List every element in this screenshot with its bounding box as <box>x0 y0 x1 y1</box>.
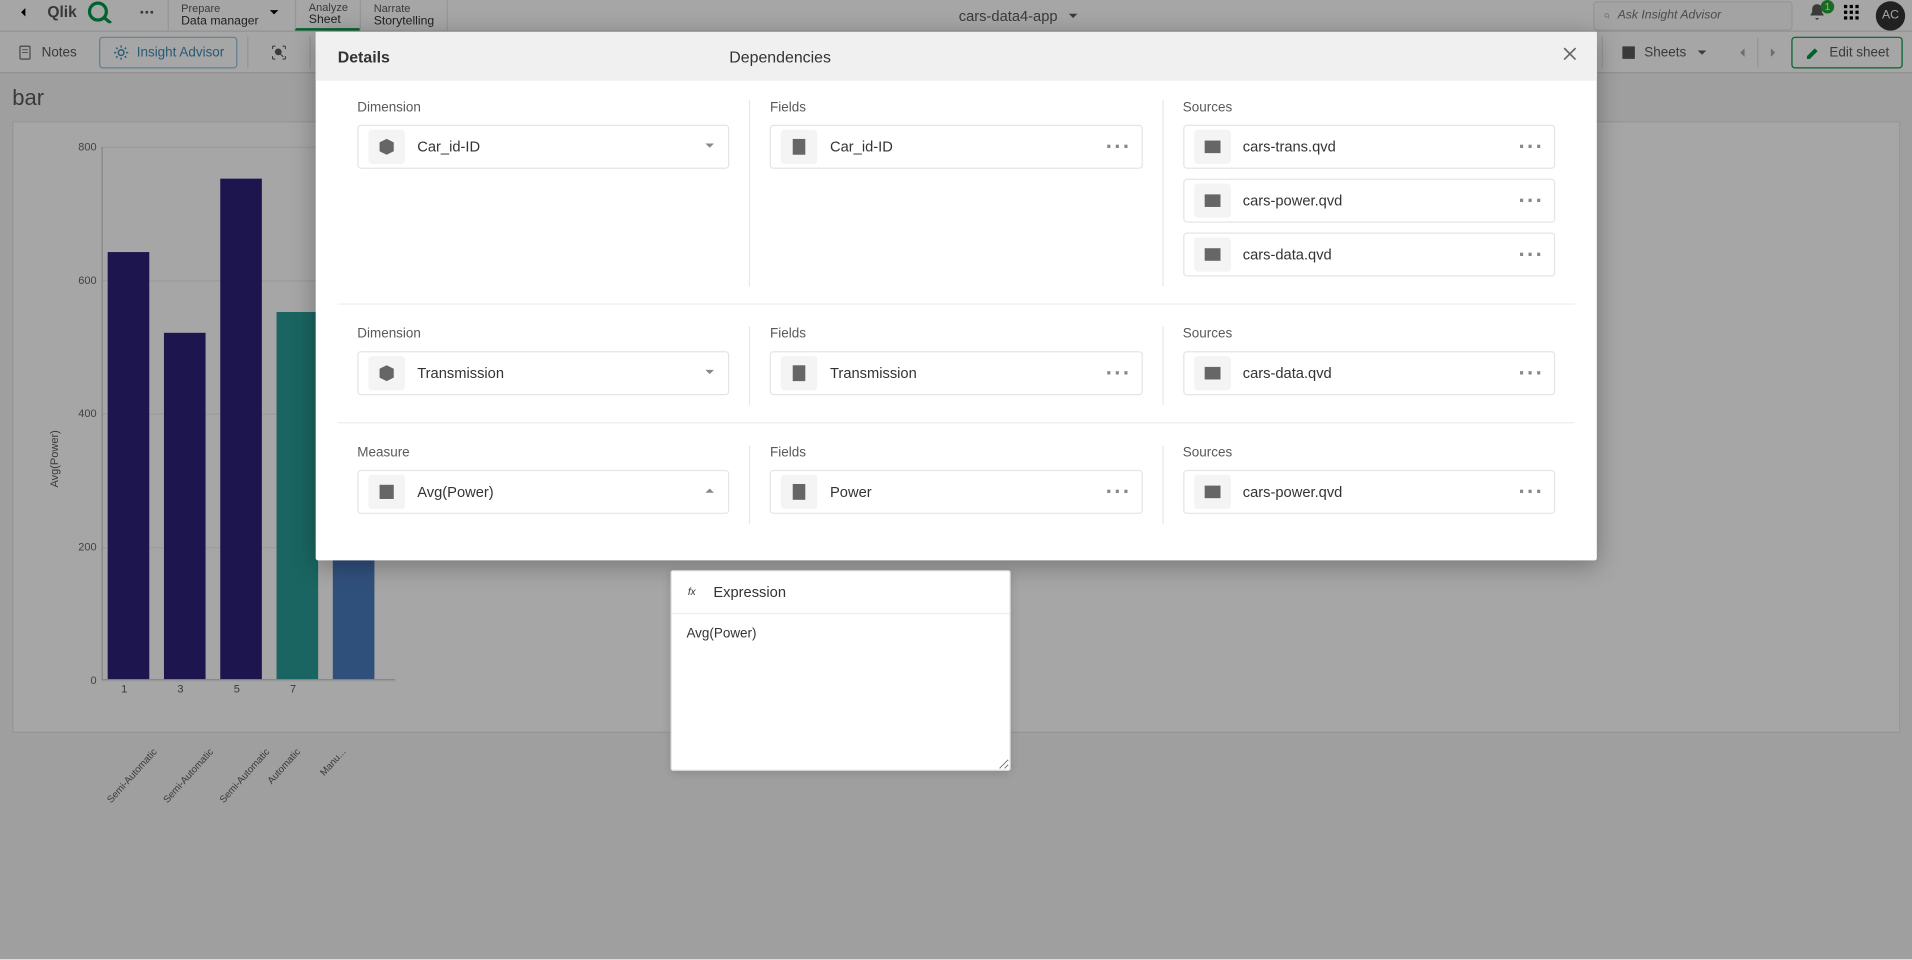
dimension-item[interactable]: Car_id-ID <box>357 125 729 169</box>
item-more-button[interactable]: ··· <box>1518 360 1544 386</box>
item-more-button[interactable]: ··· <box>1518 479 1544 505</box>
fx-icon: fx <box>686 584 703 601</box>
field-item[interactable]: Transmission··· <box>770 351 1142 395</box>
item-more-button[interactable]: ··· <box>1106 360 1132 386</box>
item-label: cars-power.qvd <box>1243 192 1519 209</box>
field-icon <box>781 356 818 390</box>
expand-toggle[interactable] <box>702 360 719 386</box>
source-item[interactable]: cars-trans.qvd··· <box>1183 125 1555 169</box>
cube-icon <box>368 130 405 164</box>
source-item[interactable]: cars-power.qvd··· <box>1183 470 1555 514</box>
field-icon <box>781 475 818 509</box>
item-more-button[interactable]: ··· <box>1518 188 1544 214</box>
close-icon <box>1560 44 1580 64</box>
field-item[interactable]: Power··· <box>770 470 1142 514</box>
field-icon <box>781 130 818 164</box>
item-more-button[interactable]: ··· <box>1518 134 1544 160</box>
column-header-dimension: Dimension <box>357 100 729 115</box>
column-header-fields: Fields <box>770 100 1142 115</box>
item-label: Avg(Power) <box>417 483 701 500</box>
item-label: cars-trans.qvd <box>1243 138 1519 155</box>
column-header-sources: Sources <box>1183 100 1555 115</box>
column-header-dimension: Dimension <box>357 327 729 342</box>
column-header-sources: Sources <box>1183 327 1555 342</box>
item-more-button[interactable]: ··· <box>1518 242 1544 268</box>
table-icon <box>1194 475 1231 509</box>
dialog-close-button[interactable] <box>1560 44 1580 70</box>
details-dialog: Details Dependencies Dimension Car_id-ID F… <box>316 32 1597 561</box>
measure-icon <box>368 475 405 509</box>
item-label: Power <box>830 483 1106 500</box>
item-label: Car_id-ID <box>417 138 701 155</box>
dimension-item[interactable]: Transmission <box>357 351 729 395</box>
source-item[interactable]: cars-data.qvd··· <box>1183 351 1555 395</box>
expression-popover-title: Expression <box>713 584 786 601</box>
item-label: cars-data.qvd <box>1243 365 1519 382</box>
item-label: Transmission <box>417 365 701 382</box>
measure-item[interactable]: Avg(Power) <box>357 470 729 514</box>
table-icon <box>1194 237 1231 271</box>
item-label: Car_id-ID <box>830 138 1106 155</box>
item-label: cars-power.qvd <box>1243 483 1519 500</box>
svg-text:fx: fx <box>688 587 697 598</box>
expand-toggle[interactable] <box>702 479 719 505</box>
item-label: Transmission <box>830 365 1106 382</box>
column-header-measure: Measure <box>357 445 729 460</box>
cube-icon <box>368 356 405 390</box>
dialog-title-dependencies: Dependencies <box>729 47 831 65</box>
expression-text[interactable]: Avg(Power) <box>672 613 1010 770</box>
dialog-title-details: Details <box>338 47 730 65</box>
column-header-fields: Fields <box>770 445 1142 460</box>
item-label: cars-data.qvd <box>1243 246 1519 263</box>
table-icon <box>1194 130 1231 164</box>
expand-toggle[interactable] <box>702 134 719 160</box>
item-more-button[interactable]: ··· <box>1106 134 1132 160</box>
modal-overlay[interactable]: Details Dependencies Dimension Car_id-ID F… <box>0 0 1912 959</box>
source-item[interactable]: cars-data.qvd··· <box>1183 232 1555 276</box>
table-icon <box>1194 184 1231 218</box>
item-more-button[interactable]: ··· <box>1106 479 1132 505</box>
expression-popover: fx Expression Avg(Power) <box>671 570 1011 771</box>
column-header-fields: Fields <box>770 327 1142 342</box>
dialog-body: DimensionCar_id-IDFieldsCar_id-ID···Sour… <box>316 81 1597 561</box>
table-icon <box>1194 356 1231 390</box>
column-header-sources: Sources <box>1183 445 1555 460</box>
field-item[interactable]: Car_id-ID··· <box>770 125 1142 169</box>
source-item[interactable]: cars-power.qvd··· <box>1183 179 1555 223</box>
